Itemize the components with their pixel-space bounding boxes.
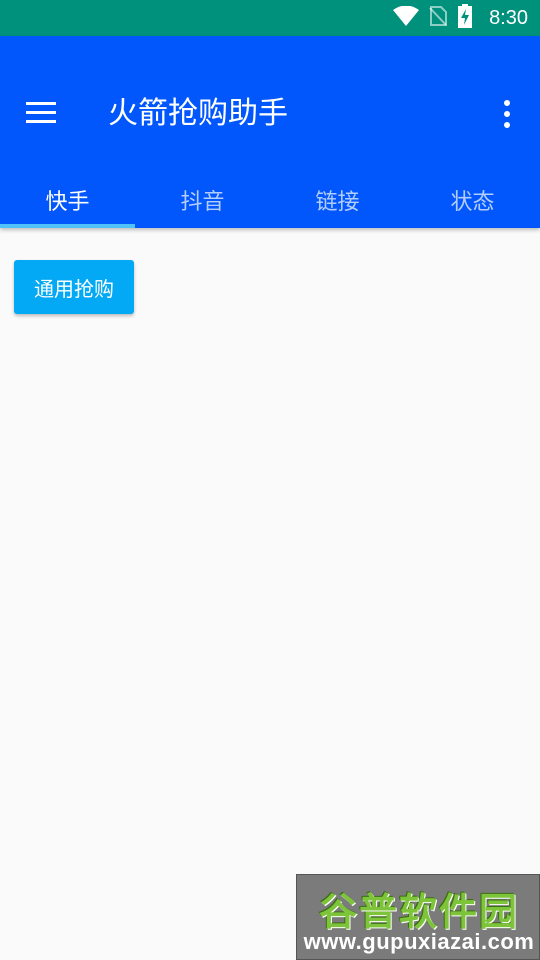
toolbar: 火箭抢购助手	[0, 36, 540, 192]
watermark-url: www.gupuxiazai.com	[303, 929, 535, 954]
tab-status[interactable]: 状态	[405, 172, 540, 228]
status-bar: 8:30	[0, 0, 540, 36]
app-title: 火箭抢购助手	[108, 96, 288, 131]
main-content: 通用抢购	[0, 228, 540, 960]
status-time: 8:30	[489, 6, 528, 29]
wifi-icon	[393, 5, 420, 30]
no-sim-icon	[429, 5, 448, 31]
tab-link[interactable]: 链接	[270, 172, 405, 228]
tab-kuaishou[interactable]: 快手	[0, 172, 135, 228]
battery-charging-icon	[457, 4, 473, 32]
watermark-logo: 谷普软件园 www.gupuxiazai.com	[296, 874, 540, 960]
tab-bar: 快手 抖音 链接 状态	[0, 172, 540, 228]
hamburger-menu-icon[interactable]	[26, 102, 58, 124]
general-purchase-button[interactable]: 通用抢购	[14, 260, 134, 314]
app-bar: 火箭抢购助手 快手 抖音 链接 状态	[0, 36, 540, 228]
more-vert-icon[interactable]	[496, 100, 518, 128]
tab-douyin[interactable]: 抖音	[135, 172, 270, 228]
watermark-title: 谷普软件园	[318, 890, 519, 934]
